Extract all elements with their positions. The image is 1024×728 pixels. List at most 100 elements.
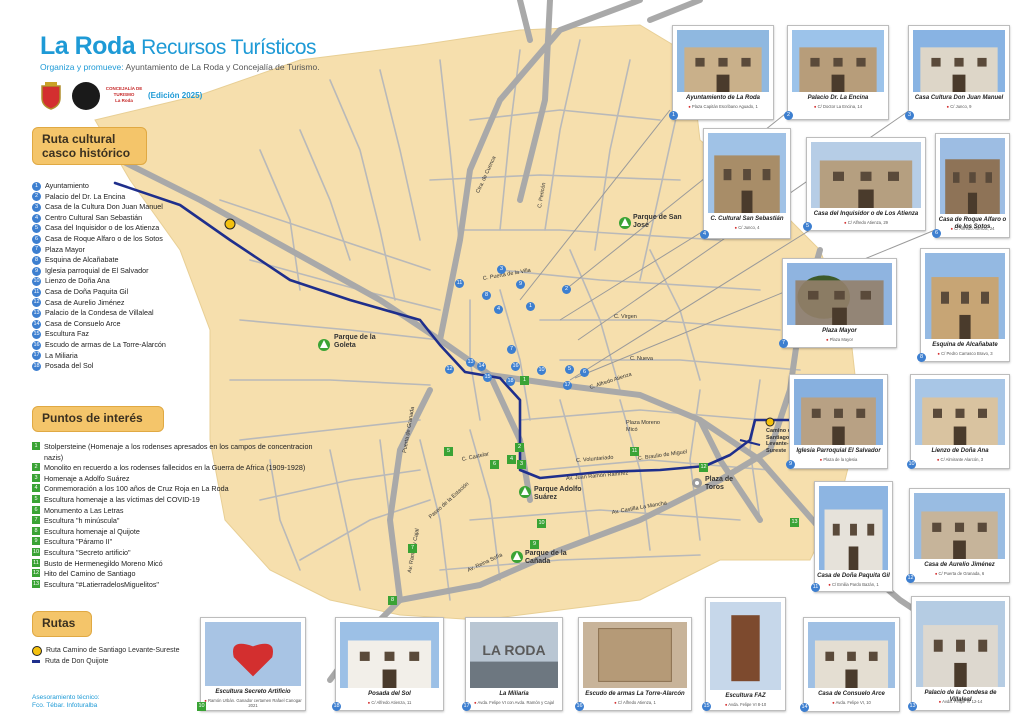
poi-item-label: Monumento a Las Letras — [44, 505, 124, 515]
photo-card[interactable]: Iglesia Parroquial El Salvador ● Plaza de… — [786, 374, 888, 469]
ruta-item-8: 8 Esquina de Alcañabate — [32, 255, 166, 266]
photo-card[interactable]: Casa de Aurelio Jiménez ● C/ Puerta de Gr… — [906, 488, 1010, 583]
rutas-list: Ruta Camino de Santiago Levante-Sureste … — [32, 645, 179, 667]
card-address-text: Avda. Felipe VI con Avda. Ramón y Cajal — [477, 700, 554, 705]
map-poi-badge[interactable]: 10 — [537, 519, 546, 528]
map-ruta-badge[interactable]: 13 — [466, 358, 475, 367]
poi-item-6: 6 Monumento a Las Letras — [32, 505, 332, 517]
photo-card[interactable]: Posada del Sol ● C/ Alfredo Atienza, 11 18 — [332, 617, 444, 711]
photo-card[interactable]: Ayuntamiento de La Roda ● Plaza Capitán E… — [669, 25, 774, 120]
card-address-text: Plaza de la Iglesia — [823, 457, 858, 462]
photo-card[interactable]: Casa de Doña Paquita Gil ● C/ Emilia Pard… — [811, 481, 893, 592]
ruta-item-label: La Miliaria — [45, 350, 78, 360]
ruta-number-badge: 1 — [32, 181, 41, 191]
miliaria-photo-text: LA RODA — [482, 642, 545, 658]
photo-card[interactable]: LA RODA La Miliaria ● Avda. Felipe VI con … — [462, 617, 563, 711]
card-address-text: Plaza Mayor — [829, 337, 853, 342]
photo-card[interactable]: Casa del Inquisidor o de Los Atienza ● C/… — [803, 137, 926, 231]
map-ruta-badge[interactable]: 10 — [537, 366, 546, 375]
ruta-item-10: 10 Lienzo de Doña Ana — [32, 276, 166, 287]
card-address-text: C/ Junco, 4 — [738, 225, 760, 230]
map-ruta-badge[interactable]: 2 — [562, 285, 571, 294]
photo-card[interactable]: Plaza Mayor ● Plaza Mayor 7 — [779, 258, 897, 348]
map-ruta-badge[interactable]: 5 — [565, 365, 574, 374]
photo-card[interactable]: Escultura FAZ ● Avda. Felipe VI 8-10 15 — [702, 597, 786, 711]
card-photo — [205, 622, 301, 686]
ruta-item-label: Escudo de armas de La Torre-Alarcón — [45, 339, 166, 349]
card-number-badge: 2 — [784, 111, 793, 120]
card-address-text: Avda. Felipe VI, 10 — [835, 700, 871, 705]
map-ruta-badge[interactable]: 15 — [483, 373, 492, 382]
card-photo — [710, 602, 781, 690]
ruta-number-badge: 6 — [32, 234, 41, 244]
map-ruta-badge[interactable]: 17 — [563, 381, 572, 390]
map-poi-badge[interactable]: 9 — [530, 540, 539, 549]
label-parque-goleta: Parque de la Goleta — [334, 334, 376, 349]
photo-card[interactable]: Lienzo de Doña Ana ● C/ Almirante Alarcón… — [907, 374, 1010, 469]
street-virgen: C. Virgen — [614, 314, 637, 320]
map-ruta-badge[interactable]: 14 — [477, 362, 486, 371]
card-address-text: C/ Alfredo Atienza, 29 — [847, 220, 888, 225]
card-address: ● C/ Junco, 9 — [911, 104, 1007, 109]
map-poi-badge[interactable]: 4 — [507, 455, 516, 464]
map-poi-badge[interactable]: 2 — [515, 443, 524, 452]
map-poi-badge[interactable]: 1 — [520, 376, 529, 385]
map-poi-badge[interactable]: 5 — [444, 447, 453, 456]
card-title: Casa Cultura Don Juan Manuel — [914, 95, 1004, 101]
ruta-item-label: Iglesia parroquial de El Salvador — [45, 265, 149, 275]
ruta-item-9: 9 Iglesia parroquial de El Salvador — [32, 266, 166, 277]
map-ruta-badge[interactable]: 12 — [445, 365, 454, 374]
map-poi-badge[interactable]: 13 — [790, 518, 799, 527]
ruta-item-camino: Ruta Camino de Santiago Levante-Sureste — [32, 645, 179, 656]
map-ruta-badge[interactable]: 8 — [482, 291, 491, 300]
ruta-number-badge: 7 — [32, 245, 41, 255]
poi-item-3: 3 Homenaje a Adolfo Suárez — [32, 473, 332, 485]
card-title: Casa de Consuelo Arce — [818, 691, 885, 697]
shell-icon — [32, 645, 42, 656]
poi-item-label: Escultura "h minúscula" — [44, 516, 120, 526]
map-poi-badge[interactable]: 7 — [408, 544, 417, 553]
map-ruta-badge[interactable]: 6 — [580, 368, 589, 377]
map-poi-badge[interactable]: 3 — [517, 460, 526, 469]
ruta-item-12: 12 Casa de Aurelio Jiménez — [32, 298, 166, 309]
map-ruta-badge[interactable]: 7 — [507, 345, 516, 354]
poi-number-badge: 12 — [32, 569, 40, 578]
photo-card[interactable]: Casa Cultura Don Juan Manuel ● C/ Junco, … — [905, 25, 1010, 120]
ruta-number-badge: 2 — [32, 192, 41, 202]
photo-card[interactable]: Esquina de Alcañabate ● C/ Pedro Carrasco… — [917, 248, 1010, 362]
map-poi-badge[interactable]: 12 — [699, 463, 708, 472]
map-ruta-badge[interactable]: 9 — [516, 280, 525, 289]
photo-card[interactable]: Casa de Roque Alfaro o de los Sotos ● C/ … — [932, 133, 1010, 238]
card-title: Casa de Doña Paquita Gil — [817, 573, 890, 579]
bullring-icon — [692, 478, 702, 488]
card-address: ● C/ Junco, 4 — [706, 225, 788, 230]
photo-card[interactable]: Palacio de la Condesa de Villaleal ● Avda… — [908, 596, 1010, 711]
card-number-badge: 1 — [669, 111, 678, 120]
map-poi-badge[interactable]: 6 — [490, 460, 499, 469]
ruta-item-label: Casa de Roque Alfaro o de los Sotos — [45, 233, 163, 243]
map-ruta-badge[interactable]: 11 — [455, 279, 464, 288]
photo-card[interactable]: C. Cultural San Sebastián ● C/ Junco, 44 — [700, 128, 791, 239]
map-ruta-badge[interactable]: 1 — [526, 302, 535, 311]
card-photo — [811, 142, 921, 208]
ruta-item-3: 3 Casa de la Cultura Don Juan Manuel — [32, 202, 166, 213]
map-ruta-badge[interactable]: 4 — [494, 305, 503, 314]
map-poi-badge[interactable]: 11 — [630, 447, 639, 456]
card-address: ● Plaza de la Iglesia — [792, 457, 885, 462]
photo-card[interactable]: Casa de Consuelo Arce ● Avda. Felipe VI, … — [800, 617, 900, 712]
map-poi-badge[interactable]: 8 — [388, 596, 397, 605]
card-photo — [787, 263, 892, 325]
ruta-item-14: 14 Casa de Consuelo Arce — [32, 319, 166, 330]
map-ruta-badge[interactable]: 16 — [511, 362, 520, 371]
card-address-text: C/ Pedro Carrasco Bravo, 3 — [941, 351, 993, 356]
photo-card[interactable]: Palacio Dr. La Encina ● C/ Doctor La Enci… — [784, 25, 889, 120]
map-ruta-badge[interactable]: 18 — [506, 377, 515, 386]
ruta-number-badge: 13 — [32, 308, 41, 318]
poi-number-badge: 11 — [32, 558, 40, 567]
card-number-badge: 6 — [932, 229, 941, 238]
map-ruta-badge[interactable]: 3 — [497, 265, 506, 274]
label-parque-san-jose: Parque de San José — [633, 214, 682, 229]
photo-card[interactable]: Escultura Secreto Artificio ● Ramón Urbán… — [197, 617, 306, 711]
ruta-item-label: Centro Cultural San Sebastián — [45, 212, 143, 222]
photo-card[interactable]: Escudo de armas La Torre-Alarcón ● C/ Alf… — [575, 617, 692, 711]
